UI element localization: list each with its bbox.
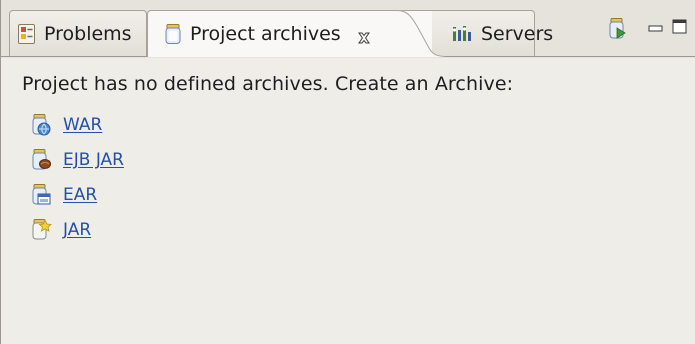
create-jar-link[interactable]: JAR xyxy=(29,217,91,243)
create-ejb-jar-link-label: EJB JAR xyxy=(63,150,124,170)
problems-icon xyxy=(16,23,38,45)
minimize-icon xyxy=(648,18,664,37)
create-ear-link[interactable]: EAR xyxy=(29,182,97,208)
ear-icon xyxy=(29,183,53,207)
create-ear-link-label: EAR xyxy=(63,185,98,205)
close-icon[interactable] xyxy=(357,28,371,44)
jar-icon xyxy=(29,218,53,242)
create-jar-link-label: JAR xyxy=(63,220,92,240)
no-archives-message: Project has no defined archives. Create … xyxy=(22,73,514,95)
tab-servers-label: Servers xyxy=(481,22,554,45)
minimize-button[interactable] xyxy=(647,20,665,34)
new-archive-icon xyxy=(607,17,627,45)
tab-curve xyxy=(389,10,445,57)
create-war-link-label: WAR xyxy=(63,115,103,135)
create-war-link[interactable]: WAR xyxy=(29,112,102,138)
archive-icon xyxy=(162,23,184,45)
maximize-icon xyxy=(672,19,688,39)
archives-content: Project has no defined archives. Create … xyxy=(1,58,695,344)
ejb-jar-icon xyxy=(29,148,53,172)
tab-problems-label: Problems xyxy=(44,22,132,45)
tab-strip: Problems Project archives Servers xyxy=(1,0,695,58)
servers-icon xyxy=(451,23,473,45)
tab-project-archives-label: Project archives xyxy=(190,23,341,45)
project-archives-view: Problems Project archives Servers Projec… xyxy=(0,0,695,344)
war-icon xyxy=(29,113,53,137)
maximize-button[interactable] xyxy=(671,19,689,39)
create-ejb-jar-link[interactable]: EJB JAR xyxy=(29,147,124,173)
tab-problems[interactable]: Problems xyxy=(9,10,147,56)
new-archive-button[interactable] xyxy=(604,18,630,44)
